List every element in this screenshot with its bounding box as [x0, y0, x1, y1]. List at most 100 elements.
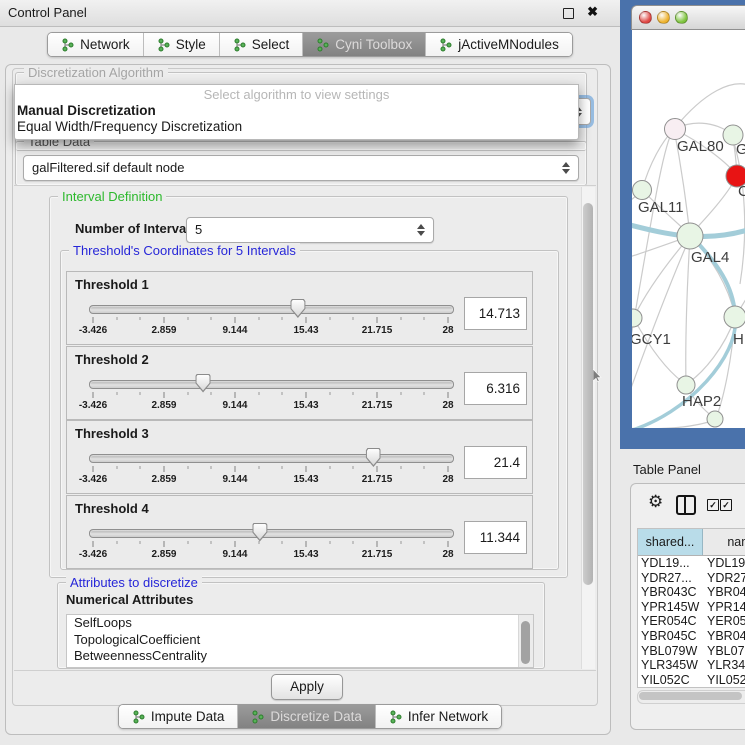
table-row[interactable]: YER054C YER054C: [638, 614, 745, 629]
network-edge[interactable]: [674, 84, 745, 129]
algorithm-dropdown-popup: Select algorithm to view settings Manual…: [14, 84, 579, 140]
table-cell-name[interactable]: YDR27...: [707, 571, 745, 586]
table-cell-shared-name[interactable]: YBR043C: [641, 585, 703, 600]
slider-track[interactable]: [89, 380, 454, 389]
algorithm-option[interactable]: Equal Width/Frequency Discretization: [15, 119, 578, 135]
network-edge[interactable]: [690, 236, 735, 315]
table-cell-shared-name[interactable]: YDL19...: [641, 556, 703, 571]
network-node[interactable]: [707, 411, 723, 427]
table-cell-name[interactable]: YIL052C: [707, 673, 745, 688]
tab-select[interactable]: Select: [219, 33, 303, 56]
network-node[interactable]: [632, 309, 642, 327]
table-cell-name[interactable]: YBR045C: [707, 629, 745, 644]
slider-handle[interactable]: [196, 374, 211, 393]
network-node[interactable]: [677, 223, 703, 249]
threshold-slider[interactable]: -3.4262.8599.14415.4321.71528: [73, 445, 458, 491]
threshold-value-field[interactable]: 6.316: [464, 372, 527, 405]
table-cell-shared-name[interactable]: YPR145W: [641, 600, 703, 615]
threshold-slider[interactable]: -3.4262.8599.14415.4321.71528: [73, 371, 458, 417]
network-edge[interactable]: [634, 319, 684, 383]
apply-button[interactable]: Apply: [271, 674, 343, 700]
checkbox-checked-icon[interactable]: ✓: [707, 499, 719, 511]
panel-vertical-scrollbar[interactable]: [581, 187, 595, 669]
network-node[interactable]: [665, 119, 686, 140]
threshold-value-field[interactable]: 21.4: [464, 446, 527, 479]
table-cell-name[interactable]: YER054C: [707, 614, 745, 629]
network-edge[interactable]: [642, 130, 673, 190]
tab-jactivemnodules[interactable]: jActiveMNodules: [425, 33, 572, 56]
network-edge[interactable]: [686, 236, 690, 383]
table-cell-name[interactable]: YPR145W: [707, 600, 745, 615]
table-cell-name[interactable]: YDL19...: [707, 556, 745, 571]
algorithm-popup-options: Manual DiscretizationEqual Width/Frequen…: [15, 103, 578, 135]
attribute-item[interactable]: SelfLoops: [67, 615, 533, 632]
mouse-cursor-icon: [593, 369, 602, 388]
table-cell-shared-name[interactable]: YER054C: [641, 614, 703, 629]
tab-cyni-toolbox[interactable]: Cyni Toolbox: [302, 33, 425, 56]
table-row[interactable]: YBL079W YBL079W: [638, 644, 745, 659]
table-cell-name[interactable]: YBL079W: [707, 644, 745, 659]
top-tab-bar: Network Style Select: [47, 32, 573, 57]
slider-handle[interactable]: [252, 523, 267, 542]
table-row[interactable]: YPR145W YPR145W: [638, 600, 745, 615]
threshold-value-field[interactable]: 11.344: [464, 521, 527, 554]
slider-track[interactable]: [89, 454, 454, 463]
settings-gear-icon[interactable]: ⚙: [648, 492, 663, 512]
group-title: Discretization Algorithm: [24, 65, 168, 80]
tab-infer-network[interactable]: Infer Network: [375, 705, 501, 728]
split-columns-icon[interactable]: [676, 495, 696, 515]
slider-handle[interactable]: [366, 448, 381, 467]
table-cell-name[interactable]: YLR345W: [707, 658, 745, 673]
minimize-traffic-light-icon[interactable]: [657, 11, 670, 24]
table-row[interactable]: YIL052C YIL052C: [638, 673, 745, 688]
network-node[interactable]: [677, 376, 695, 394]
table-cell-shared-name[interactable]: YDR27...: [641, 571, 703, 586]
float-window-icon[interactable]: [563, 8, 574, 19]
network-edge[interactable]: [732, 136, 745, 284]
table-cell-name[interactable]: YBR043C: [707, 585, 745, 600]
tab-network[interactable]: Network: [48, 33, 143, 56]
close-traffic-light-icon[interactable]: [639, 11, 652, 24]
table-data-combobox[interactable]: galFiltered.sif default node: [23, 155, 579, 181]
table-cell-shared-name[interactable]: YBL079W: [641, 644, 703, 659]
close-icon[interactable]: ✖: [587, 4, 598, 20]
table-row[interactable]: YDL19... YDL19...: [638, 556, 745, 571]
network-window-titlebar: [631, 5, 745, 30]
attributes-scrollbar[interactable]: [518, 615, 533, 667]
network-node[interactable]: [724, 306, 745, 328]
table-cell-shared-name[interactable]: YBR045C: [641, 629, 703, 644]
table-row[interactable]: YBR045C YBR045C: [638, 629, 745, 644]
tab-discretize-data[interactable]: Discretize Data: [237, 705, 375, 728]
threshold-value-field[interactable]: 14.713: [464, 297, 527, 330]
slider-track[interactable]: [89, 305, 454, 314]
node-table-body: YDL19... YDL19... YDR27... YDR27... YBR0…: [638, 556, 745, 687]
table-horizontal-scrollbar[interactable]: [637, 690, 745, 704]
slider-handle[interactable]: [290, 299, 305, 318]
table-row[interactable]: YDR27... YDR27...: [638, 571, 745, 586]
column-header-name[interactable]: name: [703, 529, 745, 555]
network-node[interactable]: [633, 181, 652, 200]
interval-definition-group: Interval Definition Number of Intervals …: [49, 196, 568, 578]
checkbox-checked-icon[interactable]: ✓: [720, 499, 732, 511]
algorithm-option[interactable]: Manual Discretization: [15, 103, 578, 119]
table-cell-shared-name[interactable]: YIL052C: [641, 673, 703, 688]
slider-track[interactable]: [89, 529, 454, 538]
tab-style[interactable]: Style: [143, 33, 219, 56]
zoom-traffic-light-icon[interactable]: [675, 11, 688, 24]
attribute-item[interactable]: BetweennessCentrality: [67, 648, 533, 665]
threshold-slider[interactable]: -3.4262.8599.14415.4321.71528: [73, 520, 458, 566]
column-header-shared-name[interactable]: shared...: [638, 529, 703, 555]
table-cell-shared-name[interactable]: YLR345W: [641, 658, 703, 673]
algorithm-hint: Select algorithm to view settings: [15, 87, 578, 103]
threshold-label: Threshold 2: [75, 352, 149, 367]
threshold-slider[interactable]: -3.4262.8599.14415.4321.71528: [73, 296, 458, 342]
tab-impute-data[interactable]: Impute Data: [119, 705, 238, 728]
table-row[interactable]: YLR345W YLR345W: [638, 658, 745, 673]
numerical-attributes-listbox[interactable]: SelfLoopsTopologicalCoefficientBetweenne…: [66, 614, 534, 668]
control-panel-titlebar: Control Panel ✖: [0, 0, 620, 27]
table-header: shared... name: [638, 529, 745, 556]
number-of-intervals-combobox[interactable]: 5: [186, 217, 434, 243]
network-canvas[interactable]: GAL80GACGAL11GAL4GCY1HHAP2: [632, 30, 745, 428]
table-row[interactable]: YBR043C YBR043C: [638, 585, 745, 600]
attribute-item[interactable]: TopologicalCoefficient: [67, 632, 533, 649]
